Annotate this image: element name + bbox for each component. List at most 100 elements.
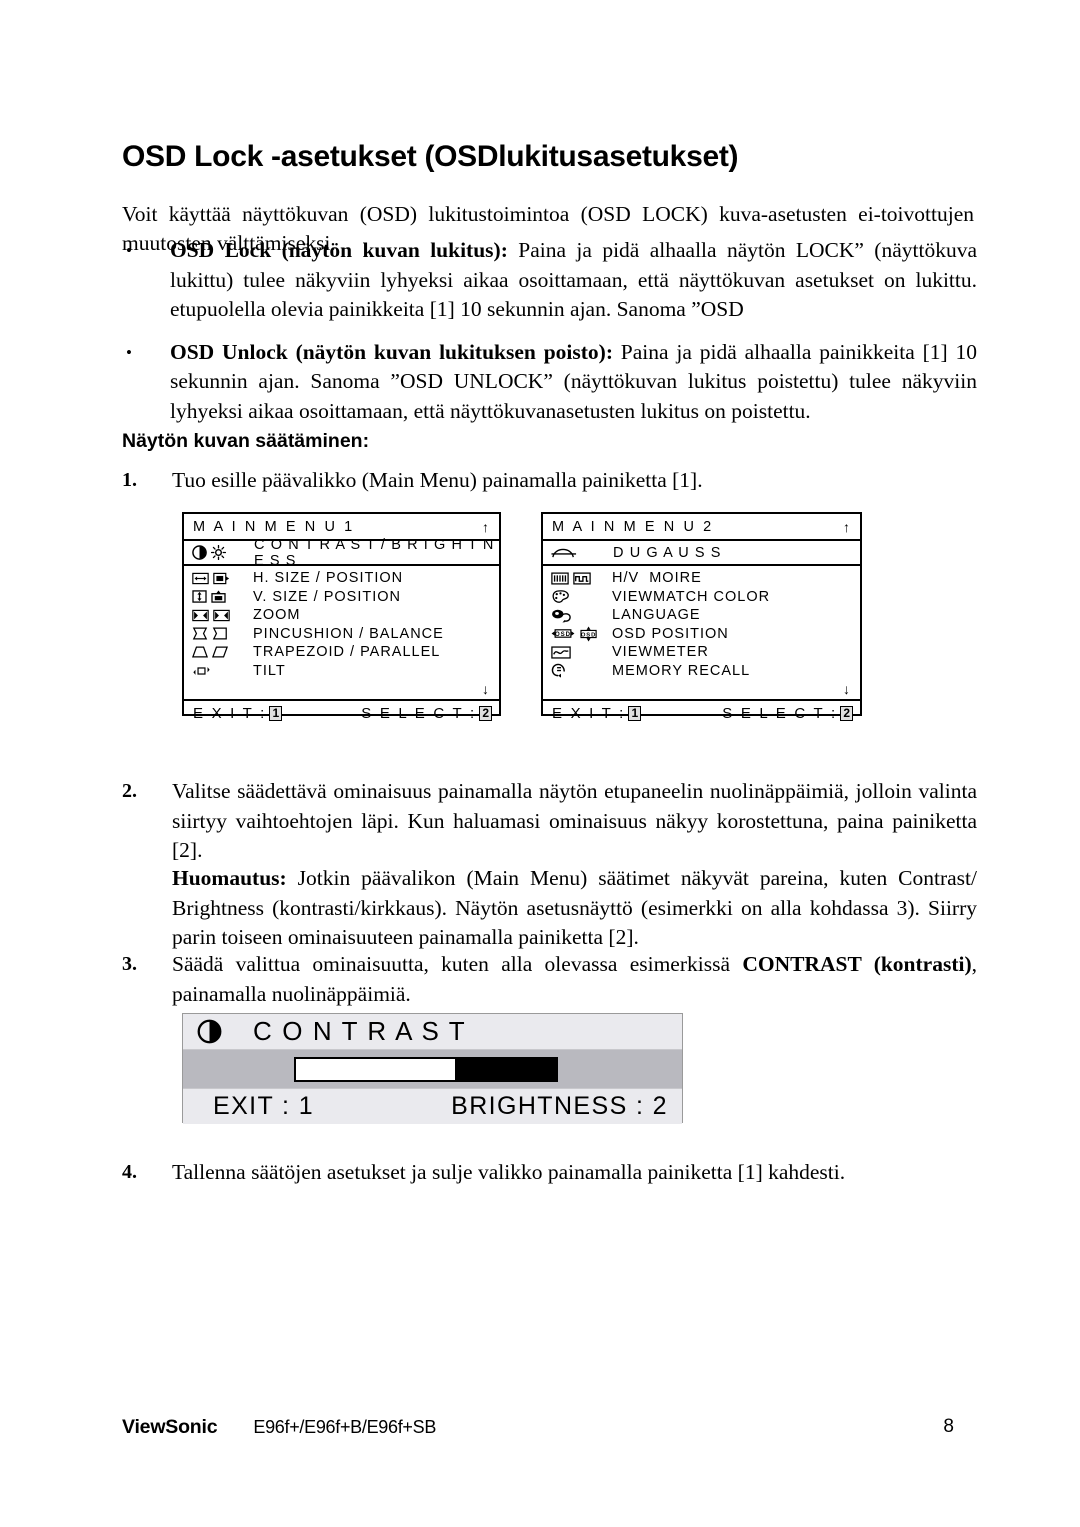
contrast-icon xyxy=(192,545,207,560)
osd-menu-2-title: M A I N M E N U 2 xyxy=(552,518,714,535)
contrast-brightness-label[interactable]: BRIGHTNESS : 2 xyxy=(451,1092,668,1121)
speech-bubble-icon xyxy=(552,609,571,623)
osd-item-viewmatch-color[interactable]: VIEWMATCH COLOR xyxy=(543,588,860,607)
pincushion-icon xyxy=(192,627,208,640)
osd-row-icons xyxy=(192,627,248,640)
osd-row-icons xyxy=(192,609,248,622)
osd-select-control[interactable]: S E L E C T : 2 xyxy=(722,705,853,722)
osd-item-label: MEMORY RECALL xyxy=(612,662,751,679)
osd-item-label: H/V MOIRE xyxy=(612,570,702,587)
osd-exit-label: E X I T : xyxy=(552,704,626,722)
step-4: 4. Tallenna säätöjen asetukset ja sulje v… xyxy=(122,1158,977,1188)
section-subheading: Näytön kuvan säätäminen: xyxy=(122,430,370,452)
brightness-icon xyxy=(211,545,226,560)
contrast-title-row: C O N T R A S T xyxy=(183,1014,682,1050)
osd-item-language[interactable]: LANGUAGE xyxy=(543,606,860,625)
osd-row-icons xyxy=(192,572,248,585)
bullet-marker: • xyxy=(126,342,132,362)
osd-item-label: TILT xyxy=(253,662,286,679)
osd-contrast-adjust-box: C O N T R A S T EXIT : 1 BRIGHTNESS : 2 xyxy=(182,1013,683,1124)
osd-menu-2-highlighted-label: D U G A U S S xyxy=(613,544,722,561)
osd-menu-2-highlighted-row[interactable]: D U G A U S S xyxy=(543,541,860,566)
step-number: 2. xyxy=(122,780,137,802)
osd-menu-1-footer: E X I T : 1 S E L E C T : 2 xyxy=(184,699,499,725)
note-text: Jotkin päävalikon (Main Menu) säätimet n… xyxy=(172,866,977,949)
v-moire-icon xyxy=(573,572,591,585)
osd-item-label: H. SIZE / POSITION xyxy=(253,570,404,587)
step-text-bold: CONTRAST (kontrasti) xyxy=(742,952,972,976)
osd-menu-1-highlighted-label: C O N T R A S T / B R I G H T N E S S xyxy=(254,536,495,569)
osd-h-position-icon: OSD xyxy=(551,629,575,638)
osd-item-trapezoid-parallel[interactable]: TRAPEZOID / PARALLEL xyxy=(184,643,499,662)
viewmeter-icon xyxy=(551,646,571,659)
osd-menu-2-title-bar: M A I N M E N U 2 ↑ xyxy=(543,514,860,541)
palette-icon xyxy=(552,590,569,604)
svg-text:OSD: OSD xyxy=(581,632,596,638)
osd-item-hv-moire[interactable]: H/V MOIRE xyxy=(543,569,860,588)
v-position-icon xyxy=(211,590,226,603)
parallelogram-icon xyxy=(212,646,228,658)
h-size-icon xyxy=(192,572,209,584)
osd-item-label: TRAPEZOID / PARALLEL xyxy=(253,644,441,661)
osd-select-label: S E L E C T : xyxy=(361,704,477,722)
osd-menu-1-title: M A I N M E N U 1 xyxy=(193,518,355,535)
osd-item-tilt[interactable]: TILT xyxy=(184,662,499,681)
contrast-slider-row xyxy=(183,1050,682,1088)
trapezoid-icon xyxy=(192,646,208,658)
page-title: OSD Lock -asetukset (OSDlukitusasetukset… xyxy=(122,140,739,174)
osd-item-pincushion-balance[interactable]: PINCUSHION / BALANCE xyxy=(184,625,499,644)
osd-menu-1-items: H. SIZE / POSITION V. SIZE / POSITION ZO… xyxy=(184,566,499,699)
bullet-list: • OSD Lock (näytön kuvan lukitus): Paina… xyxy=(122,236,977,439)
contrast-icon xyxy=(197,1019,222,1044)
osd-item-osd-position[interactable]: OSD OSD OSD POSITION xyxy=(543,625,860,644)
step-number: 1. xyxy=(122,469,137,491)
osd-item-zoom[interactable]: ZOOM xyxy=(184,606,499,625)
note-label: Huomautus: xyxy=(172,866,287,890)
step-2: 2. Valitse säädettävä ominaisuus painamal… xyxy=(122,777,977,866)
osd-row-icons xyxy=(192,590,248,603)
bullet-marker: • xyxy=(126,241,132,260)
step-text: Tuo esille päävalikko (Main Menu) painam… xyxy=(172,468,703,492)
scroll-up-arrow-icon: ↑ xyxy=(843,518,850,535)
contrast-title: C O N T R A S T xyxy=(253,1016,467,1046)
step-text: Valitse säädettävä ominaisuus painamalla… xyxy=(172,779,977,862)
osd-item-label: OSD POSITION xyxy=(612,625,729,642)
osd-row-icons xyxy=(551,608,607,623)
tilt-icon xyxy=(193,666,210,675)
osd-exit-label: E X I T : xyxy=(193,704,267,722)
osd-item-v-size-position[interactable]: V. SIZE / POSITION xyxy=(184,588,499,607)
step-1: 1. Tuo esille päävalikko (Main Menu) pain… xyxy=(122,466,977,496)
osd-select-key: 2 xyxy=(479,705,492,721)
step-text-pre: Säädä valittua ominaisuutta, kuten alla … xyxy=(172,952,743,976)
osd-row-icons xyxy=(551,572,607,585)
osd-row-icons xyxy=(551,663,607,679)
scroll-down-arrow-icon: ↓ xyxy=(843,681,850,697)
osd-exit-control[interactable]: E X I T : 1 xyxy=(552,704,642,722)
osd-menu-2-footer: E X I T : 1 S E L E C T : 2 xyxy=(543,699,860,725)
osd-item-memory-recall[interactable]: MEMORY RECALL xyxy=(543,662,860,681)
list-item: • OSD Lock (näytön kuvan lukitus): Paina… xyxy=(122,236,977,325)
contrast-exit-label[interactable]: EXIT : 1 xyxy=(213,1092,314,1121)
h-moire-icon xyxy=(551,572,569,585)
contrast-slider[interactable] xyxy=(294,1057,558,1082)
osd-item-label: ZOOM xyxy=(253,607,301,624)
osd-item-h-size-position[interactable]: H. SIZE / POSITION xyxy=(184,569,499,588)
osd-menu-1-highlighted-row[interactable]: C O N T R A S T / B R I G H T N E S S xyxy=(184,537,499,569)
step-3: 3. Säädä valittua ominaisuutta, kuten all… xyxy=(122,950,977,1009)
v-size-icon xyxy=(192,590,207,603)
osd-exit-key: 1 xyxy=(269,705,283,721)
osd-select-control[interactable]: S E L E C T : 2 xyxy=(361,705,492,722)
osd-row-icons xyxy=(551,646,607,659)
osd-item-label: VIEWMETER xyxy=(612,644,709,661)
osd-exit-control[interactable]: E X I T : 1 xyxy=(193,704,283,722)
osd-item-viewmeter[interactable]: VIEWMETER xyxy=(543,643,860,662)
osd-item-label: PINCUSHION / BALANCE xyxy=(253,625,444,642)
balance-icon xyxy=(212,627,227,640)
bullet-lead-bold: OSD Unlock (näytön kuvan lukituksen pois… xyxy=(170,339,613,364)
osd-menu-2-items: H/V MOIRE VIEWMATCH COLOR LANGUAGE OSD O… xyxy=(543,566,860,699)
osd-row-icons xyxy=(192,646,248,658)
scroll-down-arrow-icon: ↓ xyxy=(482,681,489,697)
step-text: Tallenna säätöjen asetukset ja sulje val… xyxy=(172,1160,846,1184)
osd-select-label: S E L E C T : xyxy=(722,704,838,722)
degauss-icon xyxy=(551,548,577,558)
